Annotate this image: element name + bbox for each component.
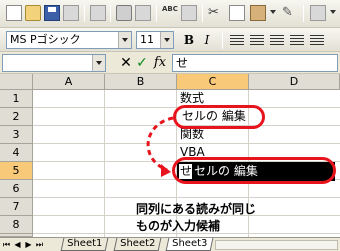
annotation-line-2: ものが入力候補 — [136, 219, 221, 233]
currency-icon[interactable] — [310, 35, 324, 46]
insert-function-button[interactable]: fx — [152, 55, 168, 71]
align-center-icon[interactable] — [250, 35, 264, 46]
tab-sheet2[interactable]: Sheet2 — [113, 238, 162, 251]
toolbar-separator — [202, 5, 203, 22]
spelling-icon-label: ABC — [162, 5, 178, 13]
next-sheet-icon[interactable]: ▶ — [24, 240, 33, 250]
row-header-6[interactable]: 6 — [0, 180, 33, 198]
paste-icon[interactable] — [250, 5, 266, 21]
undo-icon[interactable] — [310, 5, 326, 21]
toolbar-separator — [156, 5, 157, 22]
align-right-icon[interactable] — [270, 35, 284, 46]
tab-sheet2-label: Sheet2 — [120, 238, 156, 249]
merge-center-icon[interactable] — [290, 35, 304, 46]
last-sheet-icon[interactable]: ⏭ — [35, 240, 44, 250]
new-document-icon[interactable] — [6, 5, 22, 21]
font-size-select[interactable]: 11 — [136, 31, 174, 49]
formula-bar: ✕ ✓ fx せ — [0, 52, 340, 74]
chevron-down-icon[interactable] — [118, 32, 131, 48]
formula-input[interactable]: せ — [172, 54, 338, 72]
cut-icon[interactable]: ✂ — [208, 5, 224, 21]
column-header-c[interactable]: C — [177, 74, 249, 90]
tab-sheet3[interactable]: Sheet3 — [165, 238, 214, 251]
print-preview-icon[interactable] — [135, 5, 151, 21]
row-header-5[interactable]: 5 — [0, 162, 33, 180]
standard-toolbar: ABC ✂ ✎ — [0, 0, 340, 28]
spelling-icon[interactable]: ABC — [162, 5, 178, 21]
excel-window: ABC ✂ ✎ MS Pゴシック 11 B I ✕ ✓ fx せ A B C D… — [0, 0, 340, 251]
chevron-down-icon[interactable] — [92, 55, 105, 71]
email-icon[interactable] — [90, 5, 106, 21]
highlight-ellipse-c2 — [173, 105, 265, 129]
prev-sheet-icon[interactable]: ◀ — [13, 240, 22, 250]
permission-icon[interactable] — [63, 5, 79, 21]
dashed-arrow-path — [146, 116, 174, 172]
row-header-8[interactable]: 8 — [0, 216, 33, 234]
row-header-2[interactable]: 2 — [0, 108, 33, 126]
tab-sheet1-label: Sheet1 — [67, 238, 103, 249]
font-name-select[interactable]: MS Pゴシック — [6, 31, 132, 49]
font-size-value: 11 — [140, 33, 154, 46]
grid-line — [33, 197, 340, 198]
enter-icon[interactable]: ✓ — [134, 55, 150, 71]
sheet-tab-bar: ⏮ ◀ ▶ ⏭ Sheet1 Sheet2 Sheet3 — [0, 237, 340, 251]
formatting-toolbar: MS Pゴシック 11 B I — [0, 28, 340, 52]
undo-dropdown-arrow-icon[interactable] — [330, 10, 336, 14]
column-header-d[interactable]: D — [249, 74, 340, 90]
save-icon[interactable] — [44, 5, 60, 21]
row-header-3[interactable]: 3 — [0, 126, 33, 144]
highlight-ellipse-c5 — [172, 157, 336, 184]
bold-icon[interactable]: B — [182, 34, 196, 46]
toolbar-separator — [84, 5, 85, 22]
align-left-icon[interactable] — [230, 35, 244, 46]
tab-sheet3-label: Sheet3 — [172, 238, 208, 249]
first-sheet-icon[interactable]: ⏮ — [2, 240, 11, 250]
annotation-line-1: 同列にある読みが同じ — [136, 202, 257, 216]
paste-dropdown-arrow-icon[interactable] — [270, 10, 276, 14]
toolbar-separator — [222, 32, 223, 49]
font-name-value: MS Pゴシック — [10, 33, 81, 46]
row-header-7[interactable]: 7 — [0, 198, 33, 216]
horizontal-scrollbar[interactable] — [215, 240, 338, 250]
chevron-down-icon[interactable] — [160, 32, 173, 48]
format-painter-icon[interactable]: ✎ — [282, 5, 298, 21]
column-header-a[interactable]: A — [33, 74, 105, 90]
cancel-icon[interactable]: ✕ — [118, 55, 134, 71]
name-box[interactable] — [2, 54, 106, 72]
print-icon[interactable] — [116, 5, 132, 21]
open-folder-icon[interactable] — [25, 5, 41, 21]
tab-sheet1[interactable]: Sheet1 — [60, 238, 109, 251]
select-all-corner[interactable] — [0, 74, 33, 90]
row-header-4[interactable]: 4 — [0, 144, 33, 162]
dashed-arrow-head — [161, 164, 171, 177]
italic-icon[interactable]: I — [200, 34, 214, 46]
column-header-b[interactable]: B — [105, 74, 177, 90]
toolbar-separator — [303, 5, 304, 22]
dashed-arrow-icon — [146, 116, 174, 177]
research-icon[interactable] — [181, 5, 197, 21]
row-header-1[interactable]: 1 — [0, 90, 33, 108]
toolbar-separator — [110, 5, 111, 22]
worksheet-grid[interactable]: A B C D 1 2 3 4 5 6 7 8 9 数式 セルの 編集 関数 V… — [0, 74, 340, 237]
copy-icon[interactable] — [229, 5, 245, 21]
